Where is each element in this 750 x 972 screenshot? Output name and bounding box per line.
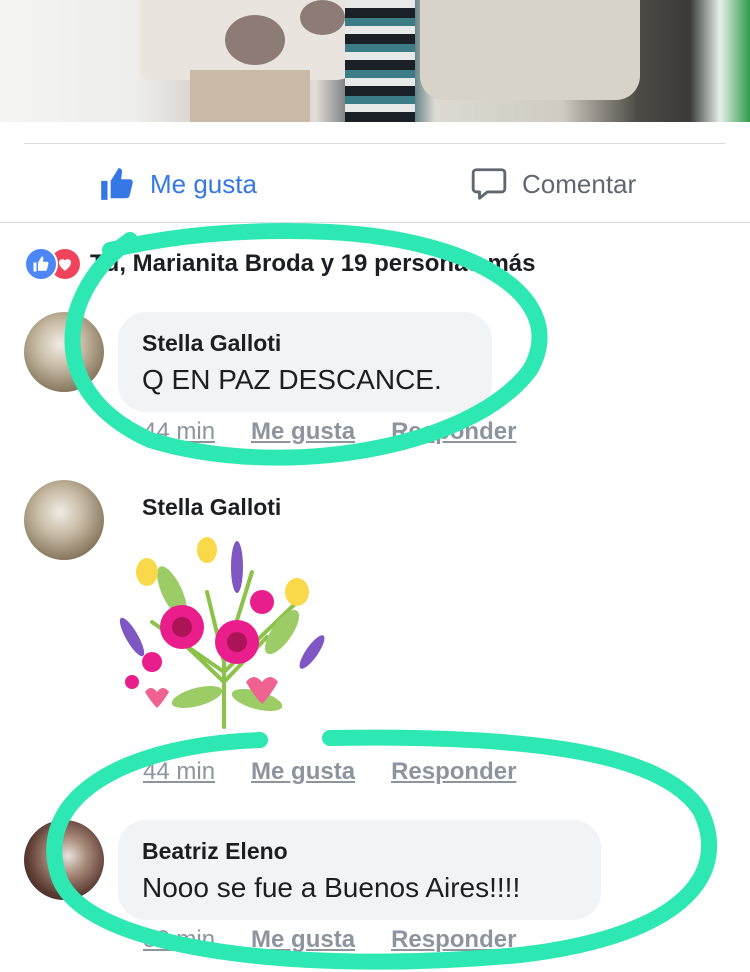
post-photo[interactable] [0,0,750,122]
comment-author[interactable]: Stella Galloti [142,330,281,357]
reactions-summary[interactable]: Tú, Marianita Broda y 19 personas más [24,247,536,281]
divider [0,222,750,223]
reactions-text: Tú, Marianita Broda y 19 personas más [90,250,536,277]
comment-text: Q EN PAZ DESCANCE. [142,364,442,395]
photo-handbag [420,0,640,100]
avatar[interactable] [24,480,104,560]
photo-striped-fabric [345,0,415,122]
flower-bouquet-sticker[interactable] [112,532,337,732]
comment-time[interactable]: 38 min [143,926,215,954]
photo-rose-pattern [225,15,285,65]
comment-like-link[interactable]: Me gusta [251,926,355,954]
comment-bubble [118,312,492,412]
like-reaction-icon [24,247,58,281]
comment-like-link[interactable]: Me gusta [251,758,355,786]
comment-reply-link[interactable]: Responder [391,418,516,446]
comment-meta: 38 min Me gusta Responder [143,926,516,954]
comment-button[interactable]: Comentar [470,160,636,208]
avatar[interactable] [24,820,104,900]
comment-like-link[interactable]: Me gusta [251,418,355,446]
speech-bubble-icon [471,168,507,200]
comment-reply-link[interactable]: Responder [391,926,516,954]
comment-meta: 44 min Me gusta Responder [143,418,516,446]
comment-time[interactable]: 44 min [143,758,215,786]
thumbs-up-icon [101,168,133,200]
comment-meta: 44 min Me gusta Responder [143,758,516,786]
photo-rose-pattern [300,0,345,35]
comment-text: Nooo se fue a Buenos Aires!!!! [142,872,521,903]
comment-bubble [118,820,601,920]
comment-author[interactable]: Beatriz Eleno [142,838,288,865]
avatar[interactable] [24,312,104,392]
like-button[interactable]: Me gusta [98,160,257,208]
comment-time[interactable]: 44 min [143,418,215,446]
comment-reply-link[interactable]: Responder [391,758,516,786]
divider [24,143,726,144]
comment-author[interactable]: Stella Galloti [142,494,281,521]
photo-legs-shape [190,70,310,122]
comment-label: Comentar [522,168,637,199]
like-label: Me gusta [150,168,257,199]
